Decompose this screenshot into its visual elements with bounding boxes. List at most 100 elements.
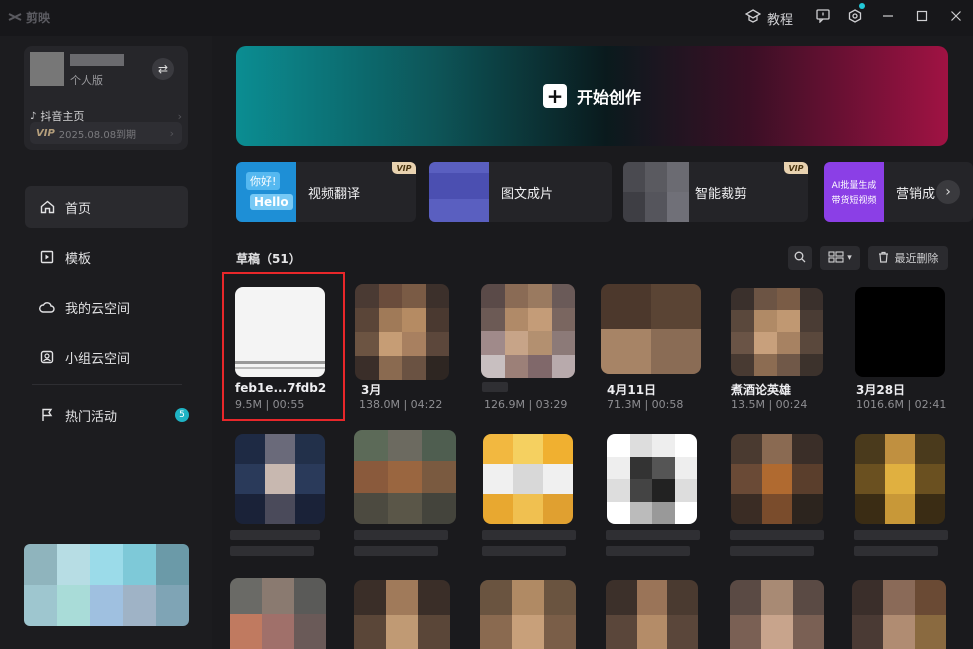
- avatar[interactable]: [30, 52, 64, 86]
- draft-thumbnail[interactable]: [354, 580, 450, 649]
- draft-thumbnail[interactable]: [731, 288, 823, 376]
- cloud-icon: [39, 299, 55, 315]
- draft-thumbnail[interactable]: [481, 284, 575, 378]
- grid-view-icon: [828, 250, 844, 266]
- username-redacted: [70, 54, 124, 66]
- redacted-meta: [730, 546, 814, 556]
- nav-team-cloud[interactable]: 小组云空间: [25, 336, 188, 378]
- redacted-meta: [854, 546, 938, 556]
- events-count-badge: 5: [175, 408, 189, 422]
- feedback-button[interactable]: [807, 0, 839, 36]
- vip-expiry: 2025.08.08到期: [58, 129, 137, 141]
- tool-image-to-video[interactable]: 图文成片: [429, 162, 612, 222]
- vip-tag: VIP: [392, 162, 416, 174]
- user-card: 个人版 ⇄ ♪ 抖音主页 › VIP 2025.08.08到期 ›: [24, 46, 188, 150]
- settings-button[interactable]: [839, 0, 871, 36]
- start-creating-button[interactable]: + 开始创作: [236, 46, 948, 146]
- tutorial-button[interactable]: 教程: [744, 0, 807, 36]
- maximize-icon: [916, 10, 928, 26]
- title-bar: 剪映 教程: [0, 0, 973, 36]
- redacted-name: [230, 530, 320, 540]
- draft-thumbnail[interactable]: [480, 580, 576, 649]
- feedback-icon: [816, 9, 830, 27]
- draft-name[interactable]: 3月28日: [856, 381, 905, 398]
- search-icon: [794, 251, 806, 266]
- switch-icon: ⇄: [157, 62, 169, 76]
- draft-thumbnail[interactable]: [235, 434, 325, 524]
- marketing-thumb: AI批量生成 带货短视频: [824, 162, 884, 222]
- draft-name[interactable]: 煮酒论英雄: [731, 381, 791, 398]
- chevron-down-icon: ▾: [847, 253, 852, 263]
- video-translate-thumb: 你好! Hello: [236, 162, 296, 222]
- capcut-logo-icon: [8, 11, 22, 25]
- chevron-right-icon: ›: [177, 109, 182, 123]
- minimize-button[interactable]: [871, 0, 905, 36]
- draft-thumbnail[interactable]: [601, 284, 701, 374]
- app-logo: 剪映: [8, 9, 50, 26]
- promo-banner-image[interactable]: [24, 544, 189, 626]
- home-icon: [39, 199, 55, 215]
- team-cloud-icon: [39, 349, 55, 365]
- draft-thumbnail[interactable]: [852, 580, 946, 649]
- nav-home[interactable]: 首页: [25, 186, 188, 228]
- draft-thumbnail[interactable]: [483, 434, 573, 524]
- draft-thumbnail[interactable]: [606, 580, 698, 649]
- draft-thumbnail[interactable]: [607, 434, 697, 524]
- redacted-name: [482, 530, 576, 540]
- draft-thumbnail[interactable]: [855, 434, 945, 524]
- tools-scroll-right-button[interactable]: ›: [936, 180, 960, 204]
- close-button[interactable]: [939, 0, 973, 36]
- search-button[interactable]: [788, 246, 812, 270]
- switch-account-button[interactable]: ⇄: [152, 58, 174, 80]
- draft-thumbnail[interactable]: [855, 287, 945, 377]
- draft-meta: 13.5M | 00:24: [731, 398, 808, 411]
- tool-marketing-label: 营销成: [896, 187, 936, 202]
- redacted-meta: [354, 546, 438, 556]
- tool-smart-crop[interactable]: 智能裁剪 VIP: [623, 162, 808, 222]
- close-icon: [950, 10, 962, 26]
- draft-thumbnail[interactable]: [230, 578, 326, 649]
- nav-team-cloud-label: 小组云空间: [65, 351, 131, 367]
- start-creating-label: 开始创作: [576, 88, 641, 107]
- draft-thumbnail[interactable]: [355, 284, 449, 380]
- draft-thumbnail[interactable]: [731, 434, 823, 524]
- thumb-text-hello-en: Hello: [250, 194, 293, 210]
- view-toggle-button[interactable]: ▾: [820, 246, 860, 270]
- redacted-meta: [606, 546, 690, 556]
- vip-status-row[interactable]: VIP 2025.08.08到期 ›: [30, 122, 182, 144]
- notification-dot: [859, 3, 865, 9]
- maximize-button[interactable]: [905, 0, 939, 36]
- nav-home-label: 首页: [65, 201, 92, 217]
- recent-delete-label: 最近删除: [894, 252, 939, 265]
- tutorial-label: 教程: [766, 12, 793, 28]
- tool-video-translate[interactable]: 你好! Hello 视频翻译 VIP: [236, 162, 416, 222]
- recent-delete-button[interactable]: 最近删除: [868, 246, 948, 270]
- minimize-icon: [882, 10, 894, 26]
- graduation-cap-icon: [744, 9, 762, 27]
- redacted-name: [730, 530, 824, 540]
- trash-icon: [878, 251, 889, 266]
- tool-smart-crop-label: 智能裁剪: [695, 187, 748, 202]
- draft-thumbnail[interactable]: [730, 580, 824, 649]
- nav-templates[interactable]: 模板: [25, 236, 188, 278]
- plan-label: 个人版: [70, 74, 103, 87]
- image-to-video-thumb: [429, 162, 489, 222]
- vip-tag: VIP: [784, 162, 808, 174]
- redacted-name: [606, 530, 700, 540]
- nav-events[interactable]: 热门活动 5: [25, 394, 189, 436]
- chevron-right-icon: ›: [169, 126, 174, 140]
- smart-crop-thumb: [623, 162, 689, 222]
- plus-icon: +: [542, 84, 567, 108]
- draft-name[interactable]: 3月: [361, 381, 381, 398]
- nav-my-cloud[interactable]: 我的云空间: [25, 286, 188, 328]
- drafts-title: 草稿（51）: [236, 252, 301, 266]
- template-icon: [39, 249, 55, 265]
- draft-thumbnail[interactable]: [354, 430, 456, 524]
- draft-name[interactable]: 4月11日: [607, 381, 656, 398]
- draft-meta: 1016.6M | 02:41: [856, 398, 947, 411]
- sidebar-divider: [32, 384, 182, 385]
- selection-highlight: [222, 272, 345, 421]
- redacted-meta: [230, 546, 314, 556]
- flag-icon: [39, 407, 55, 423]
- redacted-name: [854, 530, 948, 540]
